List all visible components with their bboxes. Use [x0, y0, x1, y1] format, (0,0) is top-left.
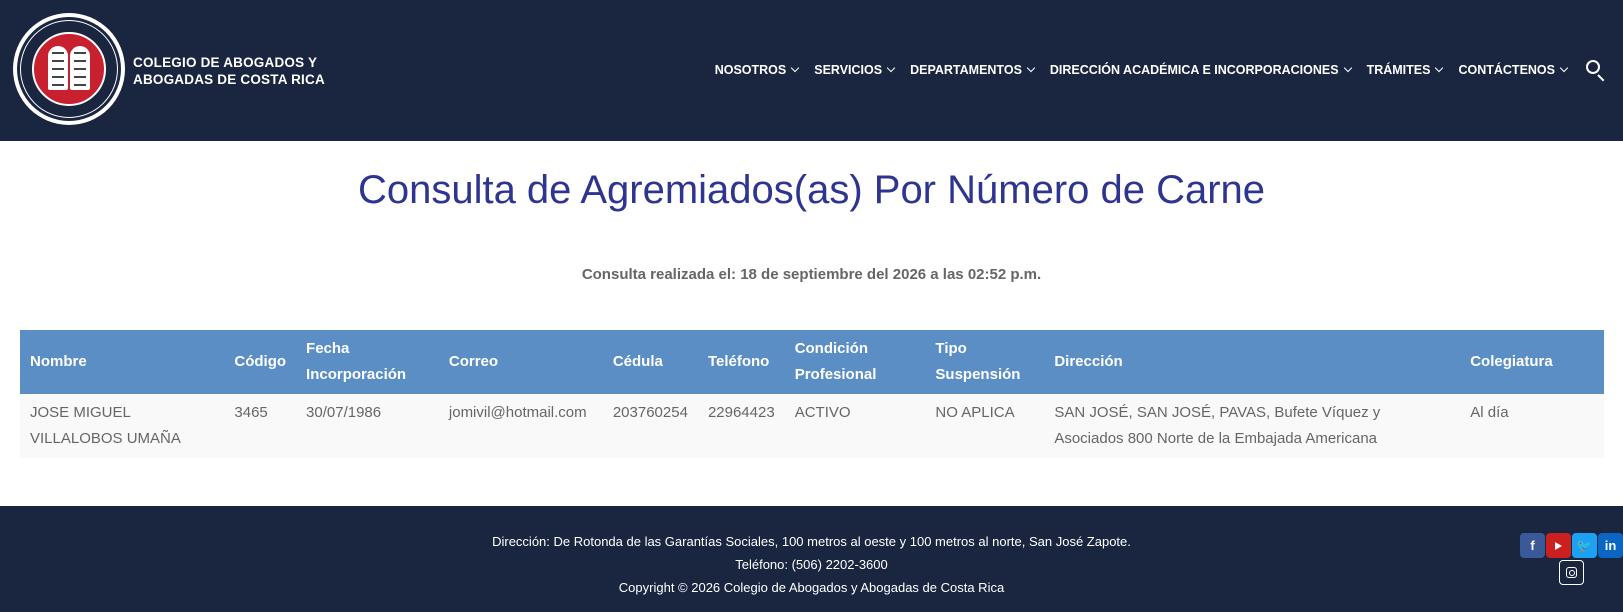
- col-header-telefono: Teléfono: [697, 330, 785, 394]
- chevron-down-icon: [1559, 63, 1569, 73]
- col-header-cedula: Cédula: [602, 330, 698, 394]
- col-header-colegiatura: Colegiatura: [1460, 330, 1604, 394]
- cell-colegiatura: Al día: [1460, 394, 1604, 458]
- chevron-down-icon: [790, 63, 800, 73]
- cell-direccion: SAN JOSÉ, SAN JOSÉ, PAVAS, Bufete Víquez…: [1044, 394, 1461, 458]
- brand-name[interactable]: COLEGIO DE ABOGADOS Y ABOGADAS DE COSTA …: [133, 54, 363, 88]
- search-icon-handle: [1597, 74, 1605, 82]
- instagram-icon[interactable]: [1559, 560, 1584, 585]
- chevron-down-icon: [1435, 63, 1444, 73]
- cell-telefono: 22964423: [697, 394, 785, 458]
- cell-codigo: 3465: [224, 394, 297, 458]
- col-header-tipo-suspension: Tipo Suspensión: [925, 330, 1045, 394]
- brand-line-1: COLEGIO DE ABOGADOS Y: [133, 55, 318, 70]
- logo-tablet-left-icon: [48, 46, 68, 90]
- brand-line-2: ABOGADAS DE COSTA RICA: [133, 72, 325, 87]
- site-header: COLEGIO DE ABOGADOS Y ABOGADAS DE COSTA …: [0, 0, 1623, 141]
- table-header-row: Nombre Código Fecha Incorporación Correo…: [20, 330, 1604, 394]
- nav-item-label: DEPARTAMENTOS: [910, 63, 1022, 77]
- nav-item-label: CONTÁCTENOS: [1458, 63, 1555, 77]
- col-header-direccion: Dirección: [1044, 330, 1461, 394]
- col-header-codigo: Código: [224, 330, 297, 394]
- nav-item-tramites[interactable]: TRÁMITES: [1366, 63, 1444, 77]
- cell-cedula: 203760254: [602, 394, 698, 458]
- chevron-down-icon: [1026, 63, 1036, 73]
- nav-item-label: DIRECCIÓN ACADÉMICA E INCORPORACIONES: [1049, 63, 1339, 77]
- search-icon[interactable]: [1583, 58, 1607, 82]
- youtube-play-glyph: [1555, 542, 1562, 550]
- cell-fecha-incorporacion: 30/07/1986: [296, 394, 439, 458]
- cell-tipo-suspension: NO APLICA: [925, 394, 1045, 458]
- youtube-icon[interactable]: [1546, 533, 1571, 558]
- footer-copyright: Copyright © 2026 Colegio de Abogados y A…: [618, 580, 1005, 595]
- table-row: JOSE MIGUEL VILLALOBOS UMAÑA 3465 30/07/…: [20, 394, 1604, 458]
- nav-item-servicios[interactable]: SERVICIOS: [814, 63, 896, 77]
- footer-phone: Teléfono: (506) 2202-3600: [735, 557, 888, 572]
- nav-item-departamentos[interactable]: DEPARTAMENTOS: [910, 63, 1036, 77]
- page-title: Consulta de Agremiados(as) Por Número de…: [357, 168, 1266, 212]
- col-header-fecha-incorporacion: Fecha Incorporación: [296, 330, 439, 394]
- logo-red-disc: [32, 32, 106, 106]
- chevron-down-icon: [886, 63, 896, 73]
- footer-info: Dirección: De Rotonda de las Garantías S…: [0, 530, 1623, 599]
- logo-tablet-right-icon: [70, 46, 90, 90]
- instagram-camera-glyph: [1566, 567, 1577, 578]
- nav-item-label: TRÁMITES: [1366, 63, 1431, 77]
- site-footer: Dirección: De Rotonda de las Garantías S…: [0, 506, 1623, 612]
- cell-nombre: JOSE MIGUEL VILLALOBOS UMAÑA: [20, 394, 225, 458]
- col-header-correo: Correo: [438, 330, 603, 394]
- facebook-icon[interactable]: f: [1520, 533, 1545, 558]
- col-header-nombre: Nombre: [20, 330, 225, 394]
- query-timestamp: Consulta realizada el: 18 de septiembre …: [581, 266, 1042, 283]
- nav-item-direccion-academica[interactable]: DIRECCIÓN ACADÉMICA E INCORPORACIONES: [1049, 63, 1352, 77]
- linkedin-icon[interactable]: in: [1598, 533, 1623, 558]
- results-table: Nombre Código Fecha Incorporación Correo…: [20, 330, 1604, 458]
- twitter-icon[interactable]: 🐦: [1572, 533, 1597, 558]
- nav-item-nosotros[interactable]: NOSOTROS: [714, 63, 800, 77]
- colegio-logo-icon[interactable]: [13, 13, 125, 125]
- chevron-down-icon: [1343, 63, 1352, 73]
- nav-item-contactenos[interactable]: CONTÁCTENOS: [1458, 63, 1569, 77]
- nav-item-label: NOSOTROS: [714, 63, 787, 77]
- nav-item-label: SERVICIOS: [814, 63, 883, 77]
- footer-address: Dirección: De Rotonda de las Garantías S…: [492, 534, 1131, 549]
- col-header-condicion-profesional: Condición Profesional: [784, 330, 926, 394]
- search-icon-circle: [1586, 60, 1600, 74]
- cell-correo: jomivil@hotmail.com: [438, 394, 603, 458]
- cell-condicion-profesional: ACTIVO: [784, 394, 926, 458]
- main-nav: NOSOTROS SERVICIOS DEPARTAMENTOS DIRECCI…: [715, 58, 1623, 82]
